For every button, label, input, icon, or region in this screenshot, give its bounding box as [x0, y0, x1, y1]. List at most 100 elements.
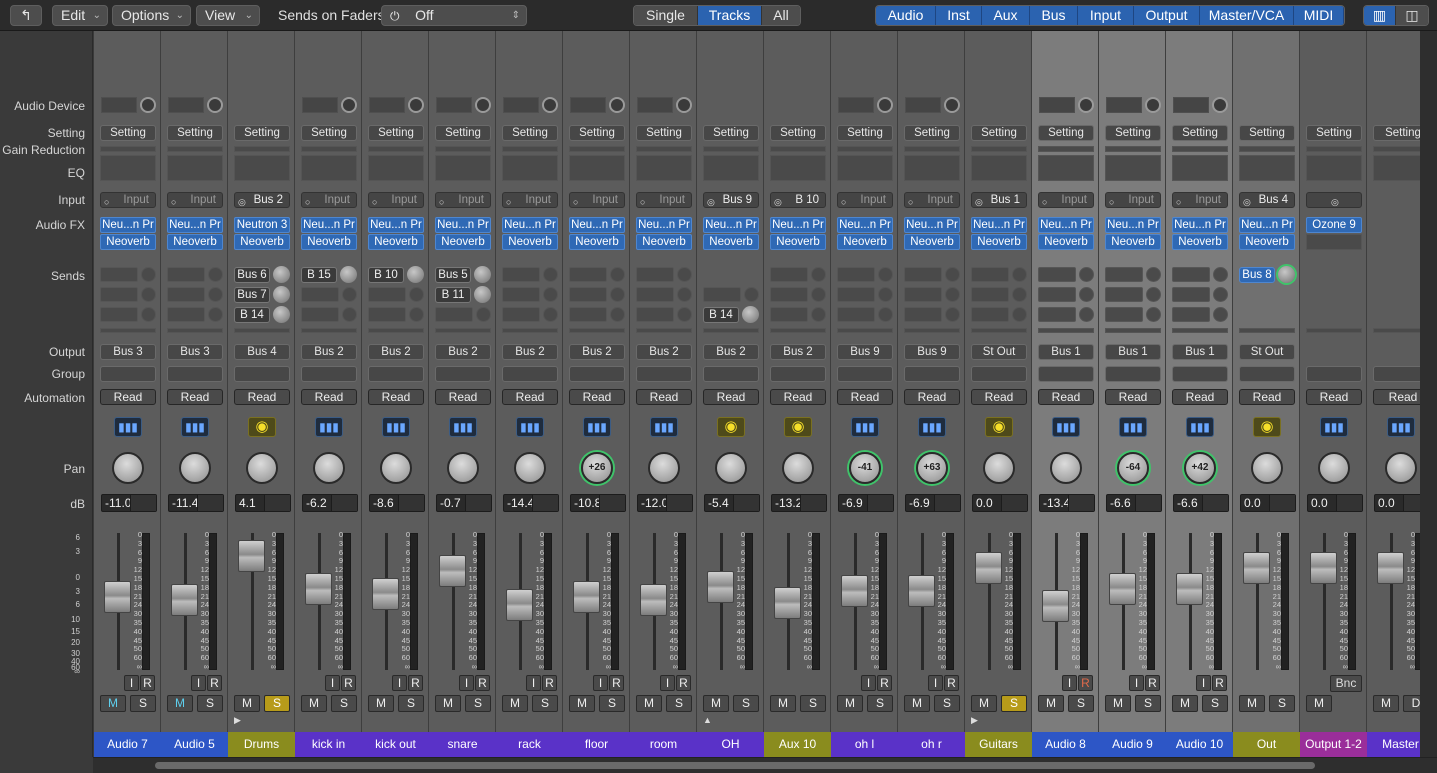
input-monitor-button[interactable]: I — [1129, 675, 1144, 691]
db-readout[interactable]: 0.0 — [1240, 494, 1296, 512]
send-level-knob[interactable] — [273, 266, 290, 283]
fader-cap[interactable] — [707, 571, 734, 603]
waveform-icon[interactable]: ▮▮▮ — [1387, 417, 1415, 437]
fader-cap[interactable] — [1109, 573, 1136, 605]
setting-button[interactable]: Setting — [971, 125, 1027, 141]
fader-cap[interactable] — [506, 589, 533, 621]
solo-button[interactable]: S — [331, 695, 357, 712]
horizontal-scrollbar[interactable] — [93, 757, 1437, 773]
audio-device-box[interactable] — [302, 97, 338, 113]
view-single-button[interactable]: Single — [634, 6, 698, 25]
group-button[interactable] — [1306, 366, 1362, 382]
mute-button[interactable]: M — [569, 695, 595, 712]
send-slot[interactable]: B 14 — [234, 307, 270, 323]
mute-button[interactable]: M — [904, 695, 930, 712]
track-name[interactable]: Audio 10 — [1166, 732, 1233, 757]
pan-knob[interactable] — [1050, 452, 1082, 484]
audio-fx-slot[interactable]: Neu...n Pr — [301, 217, 357, 233]
automation-mode-button[interactable]: Read — [1172, 389, 1228, 405]
setting-button[interactable]: Setting — [1373, 125, 1420, 141]
audio-device-box[interactable] — [1039, 97, 1075, 113]
pan-knob[interactable]: +42 — [1184, 452, 1216, 484]
output-button[interactable]: Bus 1 — [1172, 344, 1228, 360]
output-button[interactable]: Bus 4 — [234, 344, 290, 360]
db-readout[interactable]: -6.6 — [1106, 494, 1162, 512]
fader-cap[interactable] — [171, 584, 198, 616]
input-button[interactable]: ○ Input — [569, 192, 625, 208]
fader-cap[interactable] — [104, 581, 131, 613]
input-monitor-button[interactable]: I — [124, 675, 139, 691]
audio-fx-slot[interactable]: Neoverb — [1038, 234, 1094, 250]
fader-cap[interactable] — [1377, 552, 1404, 584]
pan-knob[interactable] — [447, 452, 479, 484]
mute-button[interactable]: M — [1306, 695, 1332, 712]
input-button[interactable]: ○ Input — [837, 192, 893, 208]
group-button[interactable] — [167, 366, 223, 382]
input-button[interactable]: ◎ Bus 9 — [703, 192, 759, 208]
empty-send-slot[interactable] — [703, 287, 741, 302]
empty-send-slot[interactable] — [770, 287, 808, 302]
db-readout[interactable]: -12.0 — [637, 494, 693, 512]
send-level-knob[interactable] — [742, 306, 759, 323]
fader-cap[interactable] — [1243, 552, 1270, 584]
eq-display[interactable] — [1105, 155, 1161, 181]
db-readout[interactable]: 4.1 — [235, 494, 291, 512]
pan-knob[interactable] — [983, 452, 1015, 484]
mute-button[interactable]: M — [971, 695, 997, 712]
setting-button[interactable]: Setting — [1105, 125, 1161, 141]
record-enable-button[interactable]: R — [1145, 675, 1160, 691]
eq-display[interactable] — [837, 155, 893, 181]
db-readout[interactable]: -8.6 — [369, 494, 425, 512]
automation-mode-button[interactable]: Read — [703, 389, 759, 405]
audio-fx-slot[interactable]: Neoverb — [1172, 234, 1228, 250]
audio-fx-slot[interactable]: Neu...n Pr — [502, 217, 558, 233]
record-enable-button[interactable]: R — [341, 675, 356, 691]
empty-send-slot[interactable] — [368, 307, 406, 322]
input-button[interactable]: ○ Input — [502, 192, 558, 208]
waveform-icon[interactable]: ▮▮▮ — [449, 417, 477, 437]
group-button[interactable] — [569, 366, 625, 382]
db-readout[interactable]: -11.4 — [168, 494, 224, 512]
track-name[interactable]: Guitars — [965, 732, 1032, 757]
eq-display[interactable] — [301, 155, 357, 181]
input-button[interactable]: ◎ Bus 1 — [971, 192, 1027, 208]
empty-send-slot[interactable] — [1105, 287, 1143, 302]
waveform-icon[interactable]: ▮▮▮ — [382, 417, 410, 437]
audio-fx-slot[interactable]: Ozone 9 — [1306, 217, 1362, 233]
setting-button[interactable]: Setting — [435, 125, 491, 141]
input-button[interactable]: ○ Input — [1038, 192, 1094, 208]
empty-send-slot[interactable] — [971, 267, 1009, 282]
track-name[interactable]: Output 1-2 — [1300, 732, 1367, 757]
db-readout[interactable]: -0.7 — [436, 494, 492, 512]
setting-button[interactable]: Setting — [904, 125, 960, 141]
pan-knob[interactable] — [1251, 452, 1283, 484]
mute-button[interactable]: M — [100, 695, 126, 712]
waveform-icon[interactable]: ▮▮▮ — [114, 417, 142, 437]
empty-send-slot[interactable] — [301, 307, 339, 322]
track-name[interactable]: kick in — [295, 732, 362, 757]
empty-send-slot[interactable] — [837, 267, 875, 282]
empty-send-slot[interactable] — [502, 287, 540, 302]
empty-send-slot[interactable] — [502, 307, 540, 322]
audio-fx-slot[interactable]: Neoverb — [703, 234, 759, 250]
pan-knob[interactable] — [1385, 452, 1417, 484]
empty-send-slot[interactable] — [1038, 267, 1076, 282]
eq-display[interactable] — [435, 155, 491, 181]
audio-fx-slot[interactable]: Neoverb — [502, 234, 558, 250]
db-readout[interactable]: -13.2 — [771, 494, 827, 512]
input-button[interactable]: ◎ — [1306, 192, 1362, 208]
fader-cap[interactable] — [841, 575, 868, 607]
audio-device-knob[interactable] — [877, 97, 893, 113]
eq-display[interactable] — [1306, 155, 1362, 181]
track-name[interactable]: room — [630, 732, 697, 757]
audio-device-knob[interactable] — [341, 97, 357, 113]
empty-send-slot[interactable] — [904, 307, 942, 322]
pan-knob[interactable] — [715, 452, 747, 484]
audio-device-knob[interactable] — [475, 97, 491, 113]
audio-fx-slot[interactable]: Neoverb — [636, 234, 692, 250]
audio-device-box[interactable] — [503, 97, 539, 113]
input-button[interactable]: ○ Input — [368, 192, 424, 208]
solo-button[interactable]: S — [1001, 695, 1027, 712]
filter-output[interactable]: Output — [1134, 6, 1200, 25]
filter-bus[interactable]: Bus — [1030, 6, 1078, 25]
